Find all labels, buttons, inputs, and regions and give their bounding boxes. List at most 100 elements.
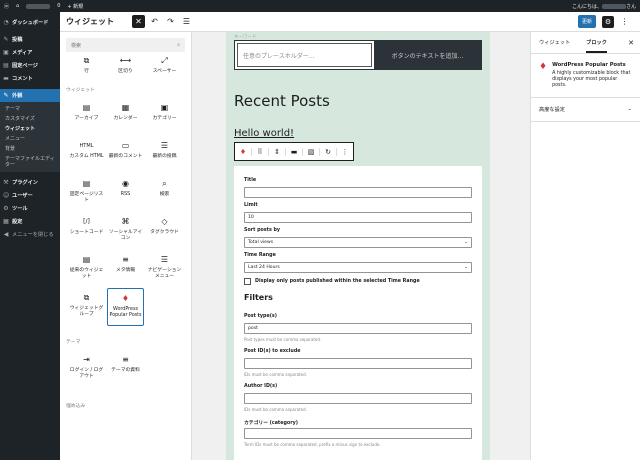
- submenu-customize[interactable]: カスタマイズ: [0, 114, 60, 124]
- options-menu-button[interactable]: ⋮: [618, 15, 631, 28]
- block-theme-docs[interactable]: ≡ テーマの資料: [107, 350, 144, 388]
- comment-icon: ▬: [3, 75, 9, 82]
- new-content-link[interactable]: + 新規: [67, 3, 83, 10]
- author-ids-help: IDs must be comma separated.: [244, 407, 307, 412]
- author-ids-input[interactable]: [244, 393, 472, 404]
- time-range-checkbox[interactable]: Display only posts published within the …: [244, 278, 472, 285]
- wordpress-logo-icon[interactable]: ⓦ: [4, 3, 9, 10]
- time-range-select[interactable]: Last 24 Hours ⌄: [244, 262, 472, 273]
- toggle-inserter-button[interactable]: ✕: [132, 15, 145, 28]
- settings-gear-button[interactable]: ⚙: [602, 15, 614, 28]
- post-link[interactable]: Hello world!: [234, 128, 294, 139]
- block-page-list[interactable]: ▤ 固定ページリスト: [68, 174, 105, 212]
- comments-count[interactable]: 0: [57, 3, 60, 9]
- embed-category-label: 埋め込み: [66, 404, 86, 409]
- search-block-input[interactable]: 任意のプレースホルダー…: [237, 43, 373, 67]
- block-separator[interactable]: ⟷ 区切り: [107, 54, 144, 80]
- block-latest-posts[interactable]: ☰ 最新の投稿: [146, 136, 183, 174]
- search-icon: ⌕: [162, 179, 167, 188]
- undo-button[interactable]: ↶: [148, 15, 161, 28]
- block-navigation-menu[interactable]: ☰ ナビゲーションメニュー: [146, 250, 183, 288]
- block-login-logout[interactable]: ⇥ ログイン / ログアウト: [68, 350, 105, 388]
- flame-icon[interactable]: ♦: [235, 147, 252, 156]
- search-block-button[interactable]: ボタンのテキストを追加…: [374, 41, 481, 69]
- editor-canvas: キーワード 任意のプレースホルダー… ボタンのテキストを追加… Recent P…: [192, 32, 530, 460]
- more-options-icon[interactable]: ⋮: [337, 148, 353, 156]
- redo-button[interactable]: ↷: [164, 15, 177, 28]
- row-icon: ⧉: [83, 56, 90, 65]
- sort-label: Sort posts by: [244, 228, 281, 233]
- submenu-menus[interactable]: メニュー: [0, 134, 60, 144]
- block-social-icons[interactable]: ⌘ ソーシャルアイコン: [107, 212, 144, 250]
- media-icon: ▣: [3, 49, 9, 56]
- close-icon[interactable]: ✕: [628, 39, 634, 47]
- site-name[interactable]: [26, 3, 51, 9]
- sidebar-item-pages[interactable]: ▤ 固定ページ: [0, 59, 60, 72]
- limit-label: Limit: [244, 203, 258, 208]
- block-widget-group[interactable]: ⧉ ウィジェットグループ: [68, 288, 105, 326]
- block-meta[interactable]: ≡ メタ情報: [107, 250, 144, 288]
- block-row[interactable]: ⧉ 行: [68, 54, 105, 80]
- sidebar-item-posts[interactable]: ✎ 投稿: [0, 33, 60, 46]
- advanced-panel-toggle[interactable]: 高度な設定 ⌄: [531, 98, 640, 122]
- submenu-themes[interactable]: テーマ: [0, 104, 60, 114]
- sidebar-item-appearance[interactable]: ✎ 外観: [0, 89, 60, 102]
- account-greeting[interactable]: こんにちは、 さん: [572, 3, 636, 10]
- admin-bar: ⓦ ⌂ 0 + 新規 こんにちは、 さん: [0, 0, 640, 12]
- limit-input[interactable]: 10: [244, 212, 472, 223]
- submenu-background[interactable]: 背景: [0, 144, 60, 154]
- search-block[interactable]: 任意のプレースホルダー… ボタンのテキストを追加…: [234, 40, 482, 70]
- category-help: Term IDs must be comma separated, prefix…: [244, 442, 381, 447]
- sidebar-item-users[interactable]: ☺ ユーザー: [0, 189, 60, 202]
- block-search-input[interactable]: 検索 ⌕: [66, 38, 185, 52]
- widgets-category-label: ウィジェット: [66, 88, 95, 93]
- theme-category-label: テーマ: [66, 340, 81, 345]
- sort-select[interactable]: Total views ⌄: [244, 237, 472, 248]
- block-custom-html[interactable]: HTML カスタム HTML: [68, 136, 105, 174]
- exclude-ids-input[interactable]: [244, 358, 472, 369]
- list-view-button[interactable]: ☰: [180, 15, 193, 28]
- block-calendar[interactable]: ▦ カレンダー: [107, 98, 144, 136]
- time-range-label: Time Range: [244, 253, 276, 258]
- filters-heading: Filters: [244, 293, 273, 302]
- sidebar-item-settings[interactable]: ▦ 設定: [0, 215, 60, 228]
- post-type-input[interactable]: post: [244, 323, 472, 334]
- block-categories[interactable]: ▣ カテゴリー: [146, 98, 183, 136]
- tab-block[interactable]: ブロック: [586, 33, 607, 53]
- calendar-icon: ▦: [121, 103, 130, 112]
- submenu-widgets[interactable]: ウィジェット: [0, 124, 60, 134]
- drag-handle-icon[interactable]: ⠿: [252, 147, 269, 156]
- block-shortcode[interactable]: [/] ショートコード: [68, 212, 105, 250]
- title-input[interactable]: [244, 187, 472, 198]
- block-rss[interactable]: ◉ RSS: [107, 174, 144, 212]
- tab-widget-areas[interactable]: ウィジェット: [539, 39, 570, 46]
- block-toolbar: ♦ ⠿ ⇕ ▬ ▧ ↻ ⋮: [234, 142, 354, 161]
- image-icon[interactable]: ▧: [303, 147, 320, 156]
- move-up-down-icon[interactable]: ⇕: [269, 147, 286, 156]
- category-input[interactable]: [244, 428, 472, 439]
- block-latest-comments[interactable]: ▭ 最新のコメント: [107, 136, 144, 174]
- submenu-theme-editor[interactable]: テーマファイルエディター: [0, 154, 60, 170]
- sidebar-item-tools[interactable]: ⚙ ツール: [0, 202, 60, 215]
- transform-icon[interactable]: ↻: [320, 147, 337, 156]
- block-wordpress-popular-posts[interactable]: ♦ WordPress Popular Posts: [107, 288, 144, 326]
- align-icon[interactable]: ▬: [286, 147, 303, 156]
- editor-header: ウィジェット ✕ ↶ ↷ ☰ 更新 ⚙ ⋮: [60, 12, 640, 32]
- recent-posts-heading[interactable]: Recent Posts: [234, 92, 330, 110]
- navigation-icon: ☰: [160, 255, 169, 264]
- site-home-icon[interactable]: ⌂: [16, 3, 19, 9]
- block-archives[interactable]: ▤ アーカイブ: [68, 98, 105, 136]
- block-spacer[interactable]: ⤢ スペーサー: [146, 54, 183, 80]
- checkbox-box[interactable]: [244, 278, 251, 285]
- sidebar-item-dashboard[interactable]: ◔ ダッシュボード: [0, 16, 60, 29]
- collapse-menu-button[interactable]: ◀ メニューを閉じる: [0, 228, 60, 241]
- block-legacy-widget[interactable]: ▤ 従来のウィジェット: [68, 250, 105, 288]
- sidebar-item-plugins[interactable]: ⚒ プラグイン: [0, 176, 60, 189]
- comment-icon: ▭: [121, 141, 130, 150]
- sidebar-item-comments[interactable]: ▬ コメント: [0, 72, 60, 85]
- block-tag-cloud[interactable]: ◇ タグクラウド: [146, 212, 183, 250]
- update-button[interactable]: 更新: [577, 15, 596, 28]
- top-block-grid: ⧉ 行 ⟷ 区切り ⤢ スペーサー: [68, 54, 191, 80]
- block-search[interactable]: ⌕ 検索: [146, 174, 183, 212]
- sidebar-item-media[interactable]: ▣ メディア: [0, 46, 60, 59]
